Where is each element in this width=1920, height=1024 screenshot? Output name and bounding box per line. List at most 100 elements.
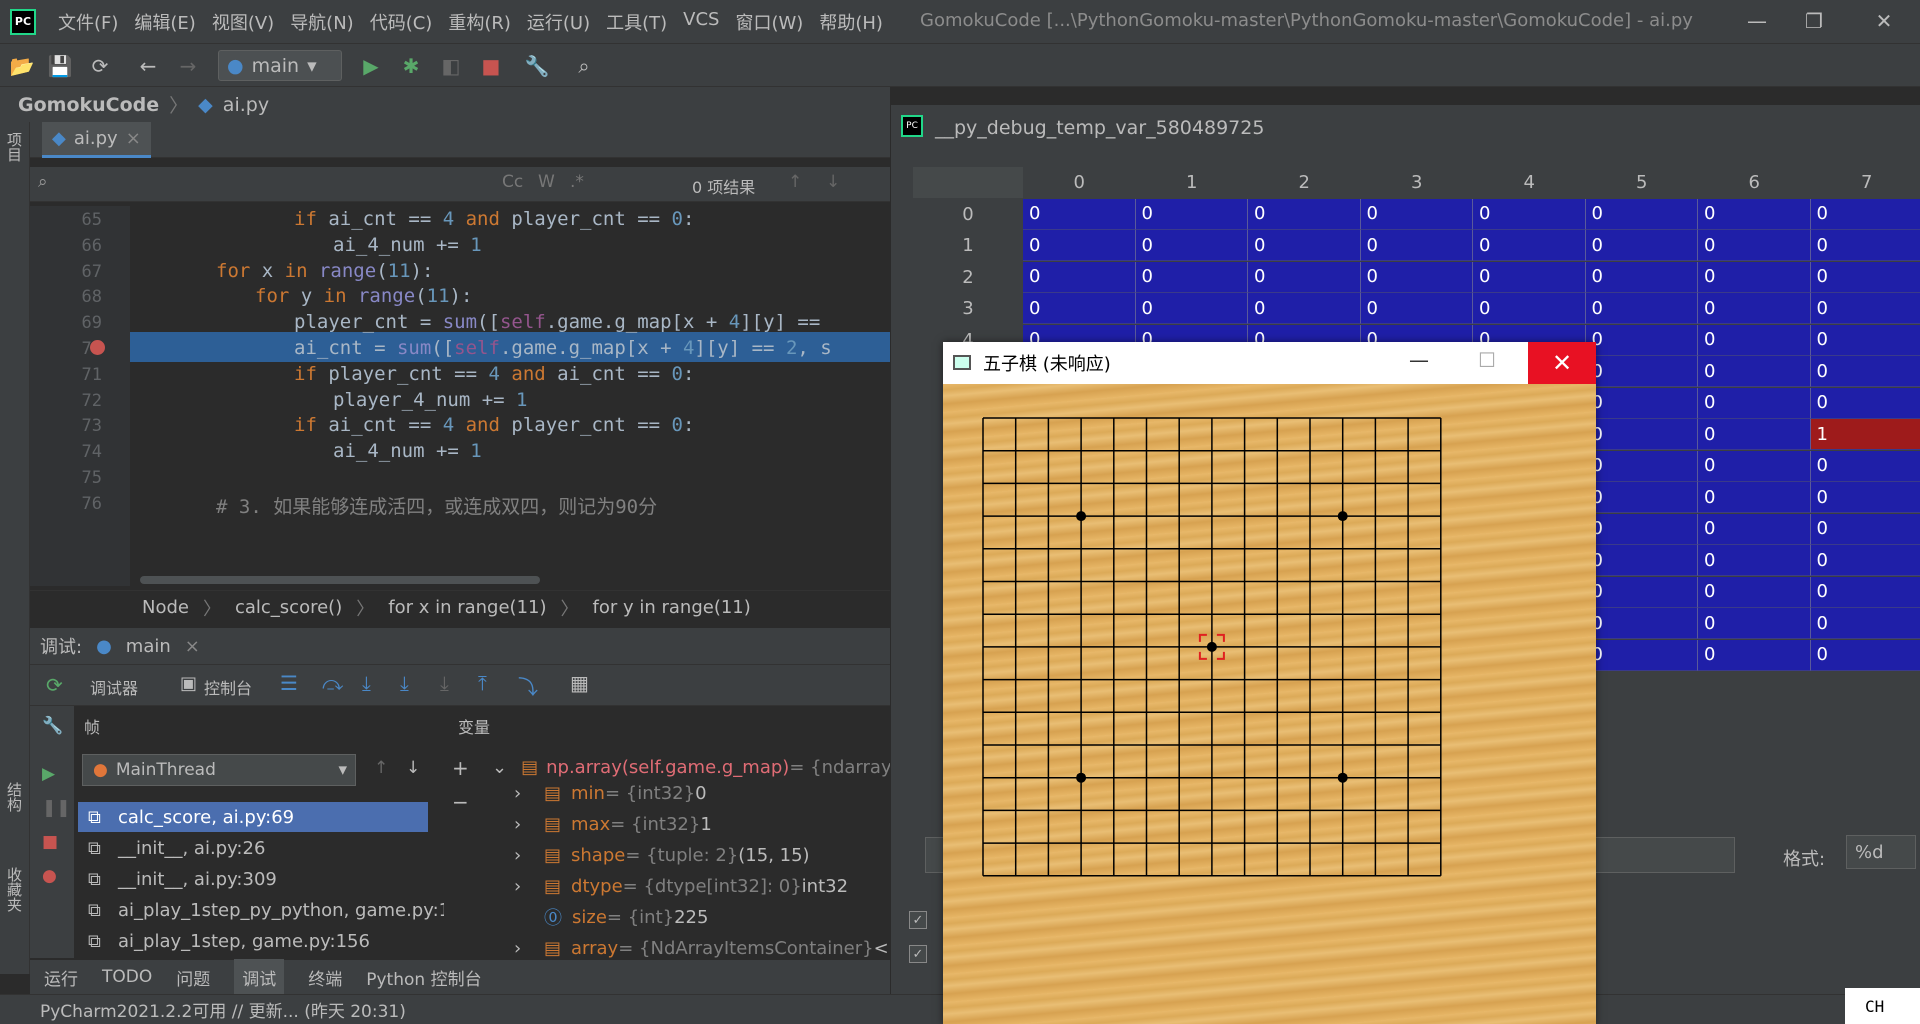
- array-cell[interactable]: 0: [1585, 387, 1698, 419]
- code-line[interactable]: player_4_num += 1: [130, 389, 527, 411]
- step-over-icon[interactable]: ⤼: [322, 671, 343, 695]
- remove-watch-icon[interactable]: −: [452, 790, 469, 814]
- expand-chevron-icon[interactable]: ›: [514, 783, 544, 804]
- array-cell[interactable]: 0: [1698, 324, 1811, 356]
- array-cell[interactable]: 0: [1698, 576, 1811, 608]
- menu-item[interactable]: 文件(F): [50, 9, 126, 35]
- tool-tab[interactable]: Python 控制台: [366, 965, 481, 990]
- array-cell[interactable]: 1: [1810, 419, 1920, 450]
- tool-tab[interactable]: TODO: [102, 967, 152, 987]
- array-cell[interactable]: 0: [1360, 230, 1473, 261]
- project-name[interactable]: GomokuCode: [18, 94, 159, 116]
- array-cell[interactable]: 0: [1810, 261, 1920, 293]
- array-cell[interactable]: 0: [1585, 198, 1698, 230]
- array-cell[interactable]: 0: [1248, 261, 1361, 293]
- close-session-icon[interactable]: ×: [185, 636, 200, 657]
- column-header[interactable]: 1: [1135, 167, 1248, 198]
- match-case-icon[interactable]: Cc: [502, 172, 523, 192]
- array-cell[interactable]: 0: [1360, 293, 1473, 324]
- stop-icon[interactable]: ■: [477, 52, 505, 80]
- run-config-select[interactable]: ● main ▾: [218, 50, 342, 81]
- breadcrumb-item[interactable]: Node: [142, 597, 189, 618]
- project-tool-label[interactable]: 项目: [4, 132, 25, 162]
- coverage-icon[interactable]: ◧: [437, 52, 465, 80]
- search-icon[interactable]: ⌕: [38, 172, 48, 192]
- close-tab-icon[interactable]: ×: [126, 128, 141, 149]
- array-cell[interactable]: 0: [1585, 608, 1698, 639]
- array-cell[interactable]: 0: [1585, 513, 1698, 545]
- array-cell[interactable]: 0: [1023, 261, 1136, 293]
- structure-tool-label[interactable]: 结构: [4, 782, 25, 812]
- array-cell[interactable]: 0: [1360, 261, 1473, 293]
- array-cell[interactable]: 0: [1810, 639, 1920, 671]
- array-cell[interactable]: 0: [1810, 545, 1920, 576]
- whole-words-icon[interactable]: W: [538, 172, 555, 192]
- column-header[interactable]: 5: [1585, 167, 1698, 198]
- array-cell[interactable]: 0: [1248, 230, 1361, 261]
- resume-icon[interactable]: ▶: [42, 764, 55, 784]
- run-icon[interactable]: ▶: [357, 52, 385, 80]
- code-line[interactable]: if player_cnt == 4 and ai_cnt == 0:: [130, 363, 694, 385]
- thread-select[interactable]: ● MainThread ▾: [82, 754, 356, 786]
- file-name[interactable]: ai.py: [223, 94, 269, 116]
- code-line[interactable]: ai_4_num += 1: [130, 440, 482, 462]
- gomoku-board[interactable]: [943, 384, 1596, 1024]
- array-cell[interactable]: 0: [1698, 608, 1811, 639]
- view-breakpoints-icon[interactable]: ●: [42, 866, 57, 886]
- array-cell[interactable]: 0: [1023, 198, 1136, 230]
- array-cell[interactable]: 0: [1698, 387, 1811, 419]
- array-cell[interactable]: 0: [1810, 324, 1920, 356]
- checkbox-1[interactable]: ✓: [909, 911, 927, 929]
- breadcrumb-item[interactable]: calc_score(): [235, 597, 342, 618]
- array-cell[interactable]: 0: [1698, 356, 1811, 387]
- breakpoint-icon[interactable]: [90, 340, 105, 355]
- array-cell[interactable]: 0: [1585, 545, 1698, 576]
- prev-frame-icon[interactable]: ↑: [374, 758, 388, 778]
- array-cell[interactable]: 0: [1135, 293, 1248, 324]
- favorites-tool-label[interactable]: 收藏夹: [4, 867, 25, 912]
- code-line[interactable]: for y in range(11):: [130, 285, 472, 307]
- minimize-icon[interactable]: —: [1735, 4, 1779, 38]
- menu-item[interactable]: 工具(T): [598, 9, 675, 35]
- maximize-icon[interactable]: ☐: [1478, 348, 1496, 372]
- format-input[interactable]: %d: [1846, 835, 1916, 869]
- variable-row[interactable]: ⓪ size = {int} 225: [514, 902, 708, 932]
- variable-row[interactable]: › ▤ array = {NdArrayItemsContainer} <p: [514, 933, 900, 963]
- array-cell[interactable]: 0: [1473, 198, 1586, 230]
- tab-ai-py[interactable]: ◆ ai.py ×: [42, 122, 151, 158]
- array-cell[interactable]: 0: [1810, 198, 1920, 230]
- tool-tab[interactable]: 运行: [44, 965, 78, 990]
- close-icon[interactable]: ✕: [1862, 4, 1906, 38]
- console-tab[interactable]: 控制台: [204, 675, 252, 699]
- sync-icon[interactable]: ⟳: [86, 52, 114, 80]
- board-stone[interactable]: [1076, 772, 1087, 783]
- frame-item[interactable]: ⧉ ai_play_1step, game.py:156: [78, 926, 428, 956]
- menu-item[interactable]: VCS: [675, 9, 727, 35]
- force-step-icon[interactable]: ⤓: [440, 671, 449, 695]
- array-cell[interactable]: 0: [1135, 198, 1248, 230]
- restore-icon[interactable]: ❐: [1792, 4, 1836, 38]
- array-cell[interactable]: 0: [1810, 450, 1920, 482]
- tool-tab[interactable]: 调试: [234, 958, 285, 996]
- code-line[interactable]: player_cnt = sum([self.game.g_map[x + 4]…: [130, 311, 820, 333]
- tool-tab[interactable]: 终端: [308, 965, 342, 990]
- frame-item[interactable]: ⧉ calc_score, ai.py:69: [78, 802, 428, 832]
- regex-icon[interactable]: .*: [570, 172, 584, 192]
- array-cell[interactable]: 0: [1585, 482, 1698, 513]
- array-cell[interactable]: 0: [1698, 639, 1811, 671]
- board-stone[interactable]: [1206, 641, 1217, 652]
- debug-bug-icon[interactable]: ✱: [397, 52, 425, 80]
- menu-icon[interactable]: ☰: [280, 671, 298, 695]
- column-header[interactable]: 4: [1473, 167, 1586, 198]
- menu-item[interactable]: 导航(N): [282, 9, 362, 35]
- column-header[interactable]: 0: [1023, 167, 1136, 198]
- array-cell[interactable]: 0: [1248, 293, 1361, 324]
- pause-icon[interactable]: ❚❚: [42, 798, 71, 818]
- array-cell[interactable]: 0: [1810, 482, 1920, 513]
- code-line[interactable]: # 3. 如果能够连成活四，或连成双四，则记为90分: [130, 492, 657, 519]
- prev-match-icon[interactable]: ↑: [788, 172, 802, 192]
- array-cell[interactable]: 0: [1585, 450, 1698, 482]
- close-icon[interactable]: ✕: [1528, 342, 1596, 384]
- array-cell[interactable]: 0: [1135, 261, 1248, 293]
- variable-row[interactable]: › ▤ dtype = {dtype[int32]: 0} int32: [514, 871, 848, 901]
